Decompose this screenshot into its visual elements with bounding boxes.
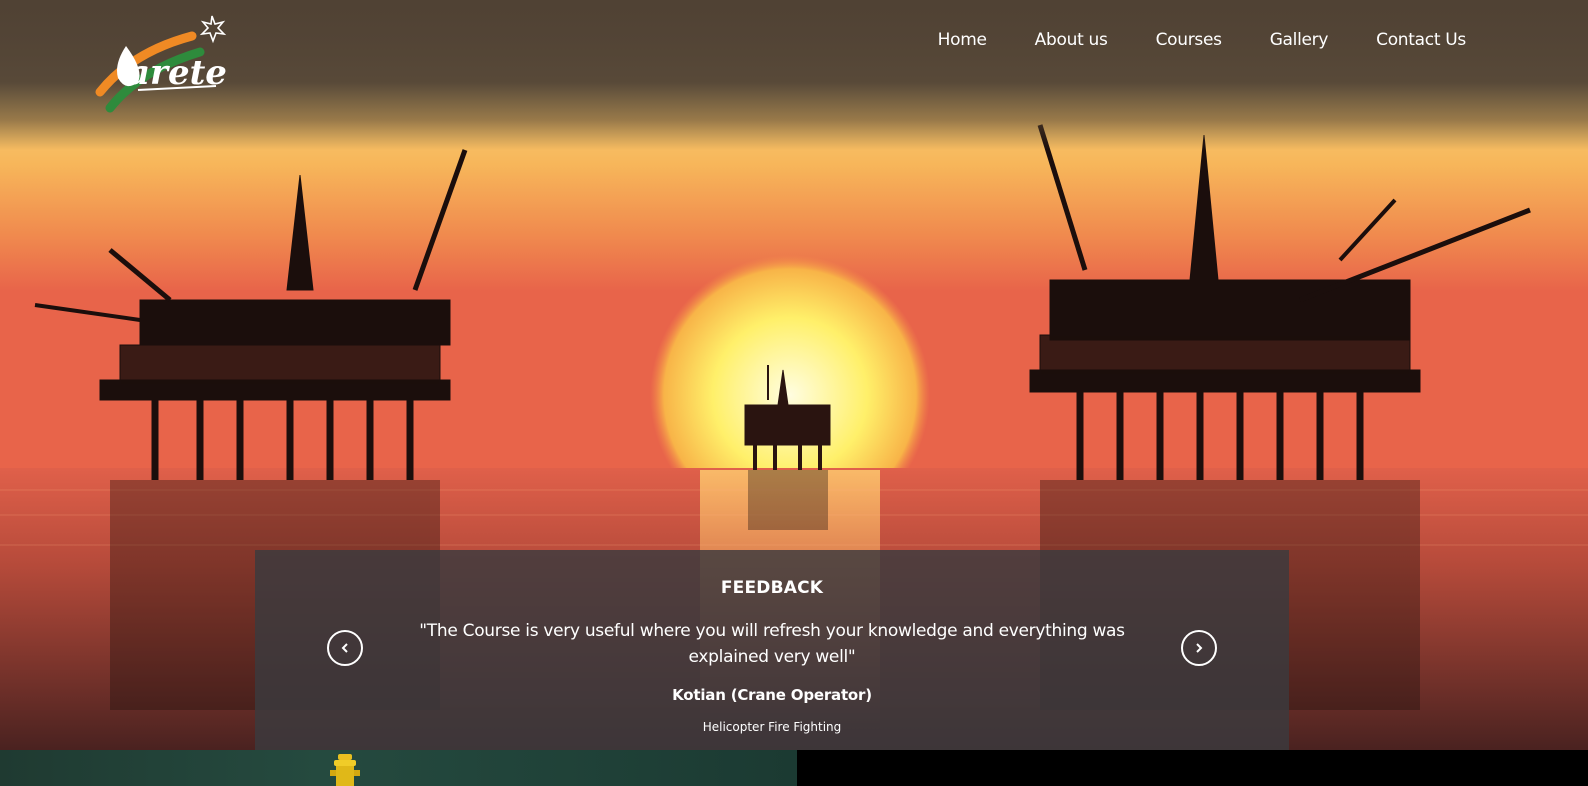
main-navigation: Home About us Courses Gallery Contact Us <box>890 28 1467 52</box>
arete-logo[interactable]: arete <box>92 12 234 116</box>
hero-banner: arete Home About us Courses Gallery Cont… <box>0 0 1588 750</box>
fire-hydrant-image <box>330 754 360 786</box>
nav-contact-us[interactable]: Contact Us <box>1376 28 1466 52</box>
nav-about-us[interactable]: About us <box>1035 28 1108 52</box>
next-section-image <box>0 750 797 786</box>
header-shade <box>0 0 1588 150</box>
feedback-course: Helicopter Fire Fighting <box>702 720 842 734</box>
nav-courses[interactable]: Courses <box>1156 28 1222 52</box>
feedback-carousel: FEEDBACK "The Course is very useful wher… <box>255 550 1289 750</box>
nav-home[interactable]: Home <box>938 28 987 52</box>
feedback-author: Kotian (Crane Operator) <box>672 686 872 704</box>
carousel-prev-button[interactable] <box>327 630 363 666</box>
feedback-title: FEEDBACK <box>720 578 824 598</box>
nav-gallery[interactable]: Gallery <box>1270 28 1329 52</box>
carousel-next-button[interactable] <box>1181 630 1217 666</box>
chevron-right-icon <box>1196 643 1203 653</box>
feedback-quote: "The Course is very useful where you wil… <box>419 621 1125 667</box>
chevron-left-icon <box>341 643 348 653</box>
